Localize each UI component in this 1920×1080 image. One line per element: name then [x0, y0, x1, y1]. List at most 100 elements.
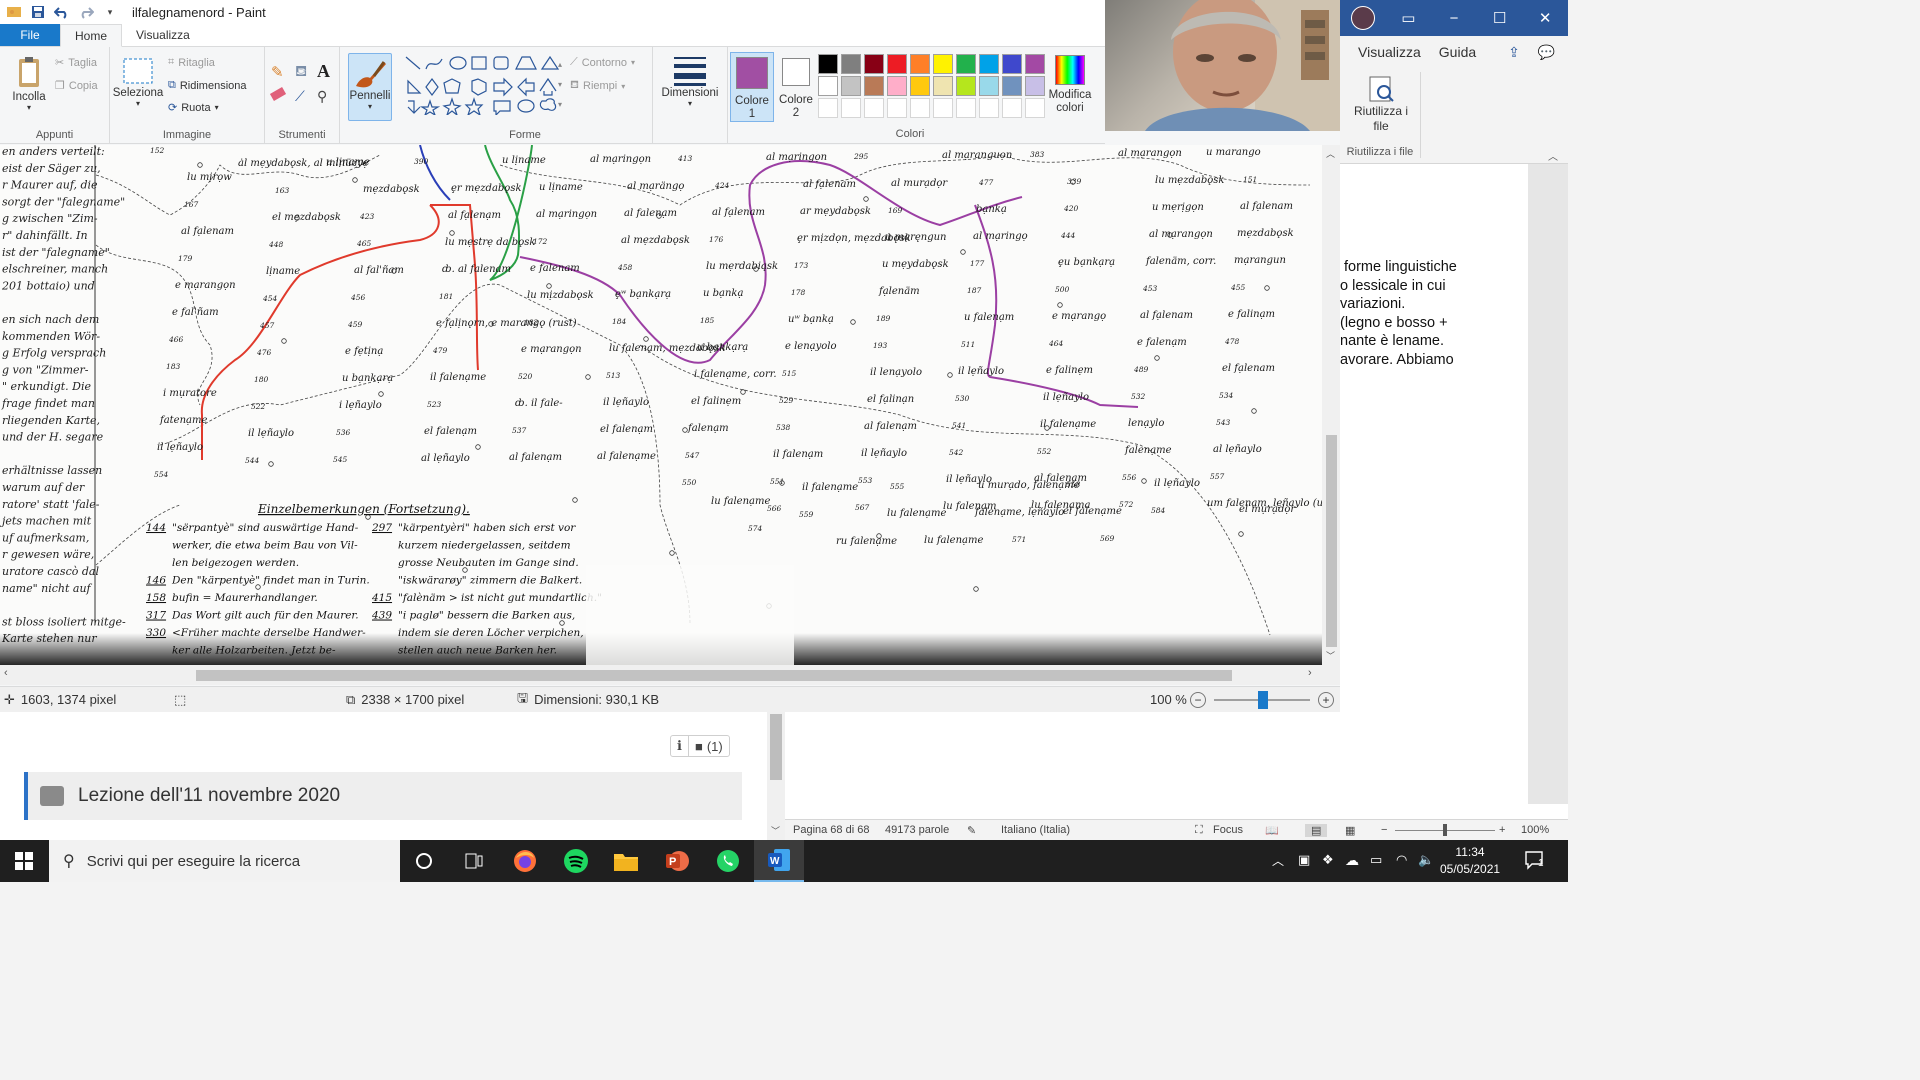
scroll-left-icon[interactable]: ‹: [4, 667, 8, 679]
taskbar-firefox[interactable]: [501, 840, 549, 882]
scroll-down-icon[interactable]: ﹀: [771, 824, 780, 837]
word-zoom-thumb[interactable]: [1443, 824, 1447, 836]
shapes-scroll[interactable]: ▴ ▾ ▾: [558, 55, 562, 115]
language-indicator[interactable]: Italiano (Italia): [1001, 824, 1070, 836]
outline-dropdown[interactable]: ⟋ Contorno ▾: [570, 56, 635, 69]
taskbar-spotify[interactable]: [552, 840, 600, 882]
word-count[interactable]: 49173 parole: [885, 824, 949, 836]
comments-icon[interactable]: 💬: [1538, 44, 1555, 61]
tab-file[interactable]: File: [0, 24, 60, 46]
zoom-in-button[interactable]: +: [1318, 691, 1334, 708]
palette-swatch[interactable]: [818, 76, 838, 96]
palette-custom-slot[interactable]: [864, 98, 884, 118]
share-icon[interactable]: ⇪: [1508, 44, 1520, 61]
taskbar-file-explorer[interactable]: [602, 840, 650, 882]
read-mode-icon[interactable]: 📖: [1265, 824, 1279, 837]
eraser-tool[interactable]: [269, 87, 287, 101]
collapse-ribbon-icon[interactable]: ︿: [1548, 148, 1558, 163]
paint-canvas-area[interactable]: en anders verteilt: eist der Säger zu, r M…: [0, 145, 1322, 665]
text-tool[interactable]: A: [317, 61, 330, 82]
tab-word-help[interactable]: Guida: [1439, 44, 1476, 60]
focus-icon[interactable]: ⛶: [1195, 824, 1203, 837]
taskbar-powerpoint[interactable]: P: [653, 840, 701, 882]
palette-swatch[interactable]: [1002, 76, 1022, 96]
palette-custom-slot[interactable]: [910, 98, 930, 118]
horizontal-scroll-thumb[interactable]: [196, 670, 1232, 681]
pencil-tool[interactable]: ✎: [271, 63, 284, 81]
fill-dropdown[interactable]: ⛾ Riempi ▾: [570, 79, 625, 93]
dialect-map-image[interactable]: en anders verteilt: eist der Säger zu, r M…: [0, 145, 1322, 665]
palette-swatch[interactable]: [887, 54, 907, 74]
video-count-button[interactable]: ■ (1): [689, 736, 729, 756]
scroll-right-icon[interactable]: ›: [1308, 667, 1312, 679]
tray-chevron-icon[interactable]: ︿: [1272, 852, 1284, 869]
zoom-out-icon[interactable]: −: [1381, 824, 1387, 836]
web-layout-icon[interactable]: ▦: [1345, 824, 1355, 837]
tab-home[interactable]: Home: [60, 24, 123, 47]
scroll-up-icon[interactable]: ︿: [1326, 147, 1335, 160]
palette-swatch[interactable]: [933, 76, 953, 96]
fill-tool[interactable]: ⛾: [295, 63, 307, 82]
palette-swatch[interactable]: [887, 76, 907, 96]
palette-swatch[interactable]: [864, 76, 884, 96]
taskbar-word[interactable]: W: [754, 840, 804, 882]
canvas-vertical-scrollbar[interactable]: ︿ ﹀: [1322, 145, 1340, 665]
copy-button[interactable]: ❐ Copia: [55, 79, 98, 93]
save-icon[interactable]: [30, 4, 46, 20]
palette-custom-slot[interactable]: [956, 98, 976, 118]
palette-swatch[interactable]: [1025, 76, 1045, 96]
task-view-button[interactable]: [450, 840, 498, 882]
size-button[interactable]: Dimensioni ▾: [657, 55, 723, 108]
palette-swatch[interactable]: [956, 76, 976, 96]
redo-icon[interactable]: [78, 4, 94, 20]
undo-icon[interactable]: [54, 4, 70, 20]
customize-toolbar-icon[interactable]: ▾: [102, 4, 118, 20]
palette-swatch[interactable]: [910, 54, 930, 74]
page-indicator[interactable]: Pagina 68 di 68: [793, 824, 869, 836]
select-button[interactable]: Seleziona ▾: [113, 57, 163, 108]
user-avatar[interactable]: [1340, 0, 1386, 36]
zoom-slider-thumb[interactable]: [1258, 691, 1268, 709]
shapes-gallery[interactable]: [402, 55, 564, 115]
palette-custom-slot[interactable]: [1025, 98, 1045, 118]
taskbar-whatsapp[interactable]: [704, 840, 752, 882]
maximize-button[interactable]: ☐: [1477, 0, 1523, 36]
proofing-icon[interactable]: ✎: [967, 824, 976, 837]
zoom-out-button[interactable]: −: [1190, 691, 1206, 708]
scroll-down-icon[interactable]: ﹀: [1326, 649, 1335, 662]
palette-swatch[interactable]: [818, 54, 838, 74]
info-button[interactable]: ℹ: [671, 736, 689, 756]
palette-swatch[interactable]: [1025, 54, 1045, 74]
palette-swatch[interactable]: [841, 76, 861, 96]
dropbox-icon[interactable]: ❖: [1322, 852, 1334, 868]
color-picker-tool[interactable]: ⟋: [295, 88, 305, 105]
onedrive-cloud-icon[interactable]: ☁: [1345, 852, 1359, 869]
wifi-icon[interactable]: ◠: [1396, 852, 1407, 868]
magnifier-tool[interactable]: ⚲: [317, 88, 327, 105]
cortana-button[interactable]: [400, 840, 448, 882]
rotate-button[interactable]: ⟳ Ruota ▾: [168, 101, 219, 115]
resize-button[interactable]: ⧉ Ridimensiona: [168, 79, 247, 92]
taskbar-search-box[interactable]: ⚲ Scrivi qui per eseguire la ricerca: [49, 840, 400, 882]
palette-swatch[interactable]: [979, 76, 999, 96]
palette-swatch[interactable]: [956, 54, 976, 74]
lesson-card[interactable]: Lezione dell'11 novembre 2020: [24, 772, 742, 820]
word-document-area[interactable]: [785, 712, 1568, 819]
palette-custom-slot[interactable]: [841, 98, 861, 118]
palette-swatch[interactable]: [910, 76, 930, 96]
palette-swatch[interactable]: [979, 54, 999, 74]
tab-view[interactable]: Visualizza: [122, 24, 204, 46]
lesson-scroll-thumb[interactable]: [770, 714, 782, 780]
taskbar-clock[interactable]: 11:34 05/05/2021: [1440, 844, 1500, 878]
close-button[interactable]: ✕: [1522, 0, 1568, 36]
minimize-button[interactable]: −: [1431, 0, 1477, 36]
palette-custom-slot[interactable]: [887, 98, 907, 118]
palette-custom-slot[interactable]: [979, 98, 999, 118]
brushes-button[interactable]: Pennelli ▾: [348, 53, 392, 121]
focus-label[interactable]: Focus: [1213, 824, 1243, 836]
crop-button[interactable]: ⌗ Ritaglia: [168, 56, 215, 69]
canvas-horizontal-scrollbar[interactable]: ‹ ›: [0, 665, 1322, 685]
print-layout-icon[interactable]: ▤: [1305, 824, 1328, 837]
palette-custom-slot[interactable]: [1002, 98, 1022, 118]
palette-swatch[interactable]: [1002, 54, 1022, 74]
